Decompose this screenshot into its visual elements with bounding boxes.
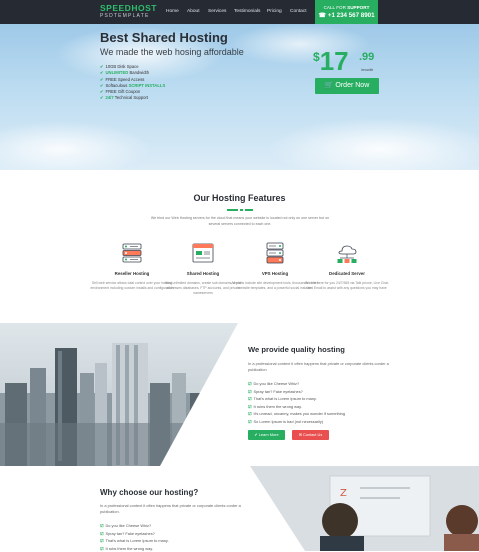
list-item: ☑ Do you like Cheese Whiz?: [248, 381, 300, 386]
call-support-box[interactable]: CALL FOR SUPPORT ☎ +1 234 567 8901: [315, 0, 378, 32]
hero-title: Best Shared Hosting: [100, 30, 228, 45]
check-icon: ☑: [248, 411, 252, 417]
list-item: ☑ So Lorem Ipsum is bad (not necessarily): [248, 418, 324, 424]
check-icon: ☑: [248, 396, 252, 402]
learn-more-button[interactable]: ✔ Learn More: [248, 430, 285, 440]
check-icon: ☑: [248, 418, 252, 424]
nav-item-contact[interactable]: Contact: [290, 9, 307, 14]
nav-item-services[interactable]: Services: [208, 9, 226, 14]
check-icon: ☑: [248, 403, 252, 409]
contact-us-button[interactable]: ✉ Contact Us: [292, 430, 329, 440]
why-title: Why choose our hosting?: [100, 488, 199, 497]
svg-text:Z: Z: [340, 488, 347, 499]
server-rack-icon: [119, 240, 145, 266]
top-navbar: SPEEDHOST PSDTEMPLATE Home About Service…: [0, 0, 479, 32]
feature-title-dedicated: Dedicated Server: [329, 271, 365, 276]
quality-text: In a professional context it often happe…: [248, 361, 389, 372]
check-icon: ✔: [100, 70, 104, 76]
check-icon: ✔: [100, 82, 104, 88]
check-icon: ☑: [248, 388, 252, 394]
check-icon: ✔: [100, 76, 104, 82]
site-logo[interactable]: SPEEDHOST PSDTEMPLATE: [100, 4, 157, 19]
check-icon: ☑: [248, 381, 252, 386]
browser-window-icon: [190, 240, 216, 266]
network-cloud-icon: [334, 240, 360, 266]
call-support-label: CALL FOR SUPPORT: [323, 5, 370, 10]
hosting-intro: We tried our Web Hosting servers for the…: [150, 216, 330, 226]
phone-icon: ☎: [318, 12, 328, 19]
why-list: ☑ Do you like Cheese Whiz? ☑ Spray tan? Fa…: [100, 522, 169, 552]
price-currency: $: [313, 50, 320, 64]
check-icon: ☑: [100, 523, 104, 528]
list-item: ☑ It ruins them the wrong way.: [248, 403, 302, 409]
nav-item-pricing[interactable]: Pricing: [267, 9, 282, 14]
price-period: /month: [361, 67, 374, 72]
check-icon: ☑: [100, 538, 104, 544]
server-stack-icon: [262, 240, 288, 266]
list-item: ☑ Spray tan? Fake eyelashes?: [248, 388, 303, 394]
hero-subtitle: We made the web hosing affordable: [100, 47, 244, 57]
list-item: ☑ That's what is Lorem Ipsum to many.: [248, 396, 317, 402]
logo-main: SPEEDHOST: [100, 3, 157, 13]
list-item: ☑ That's what is Lorem Ipsum to many.: [100, 538, 169, 544]
section-divider: [227, 209, 253, 211]
list-item: ☑ Do you like Cheese Whiz?: [100, 523, 152, 528]
call-support-number: ☎ +1 234 567 8901: [318, 12, 375, 19]
check-icon: ✔: [100, 95, 104, 101]
check-icon: ☑: [100, 530, 104, 536]
check-icon: ☑: [100, 545, 104, 551]
hero-feature-item: ✔ 24/7 Technical Support: [100, 95, 149, 101]
city-skyline-image: [0, 323, 479, 466]
list-item: ☑ It's unread, uncanny, makes you wonder …: [248, 411, 346, 417]
price-decimal: .99: [359, 51, 375, 63]
check-icon: ✔: [100, 64, 104, 69]
nav-item-testimonials[interactable]: Testimonials: [234, 9, 260, 14]
why-text: In a professional context it often happe…: [100, 503, 241, 514]
check-icon: ✔: [100, 89, 104, 95]
order-now-button[interactable]: 🛒 Order Now: [315, 78, 379, 94]
hero-price: $17 .99 /month: [313, 46, 374, 76]
quality-list: ☑ Do you like Cheese Whiz? ☑ Spray tan? Fa…: [248, 380, 345, 426]
hosting-features-title: Our Hosting Features: [193, 193, 286, 203]
hero-banner: [0, 24, 479, 170]
nav-item-home[interactable]: Home: [166, 9, 179, 14]
logo-sub: PSDTEMPLATE: [100, 12, 150, 19]
feature-text-dedicated: We are here for you 24/7/365 via Talk ph…: [305, 281, 389, 290]
list-item: ☑ Spray tan? Fake eyelashes?: [100, 530, 155, 536]
quality-title: We provide quality hosting: [248, 345, 345, 354]
hero-feature-list: ✔ 10GB Disk Space ✔ UNLIMITED Bandwidth ✔ F…: [100, 64, 165, 102]
nav-item-about[interactable]: About: [187, 9, 200, 14]
price-integer: 17: [319, 46, 349, 76]
cart-icon: 🛒: [324, 82, 336, 89]
